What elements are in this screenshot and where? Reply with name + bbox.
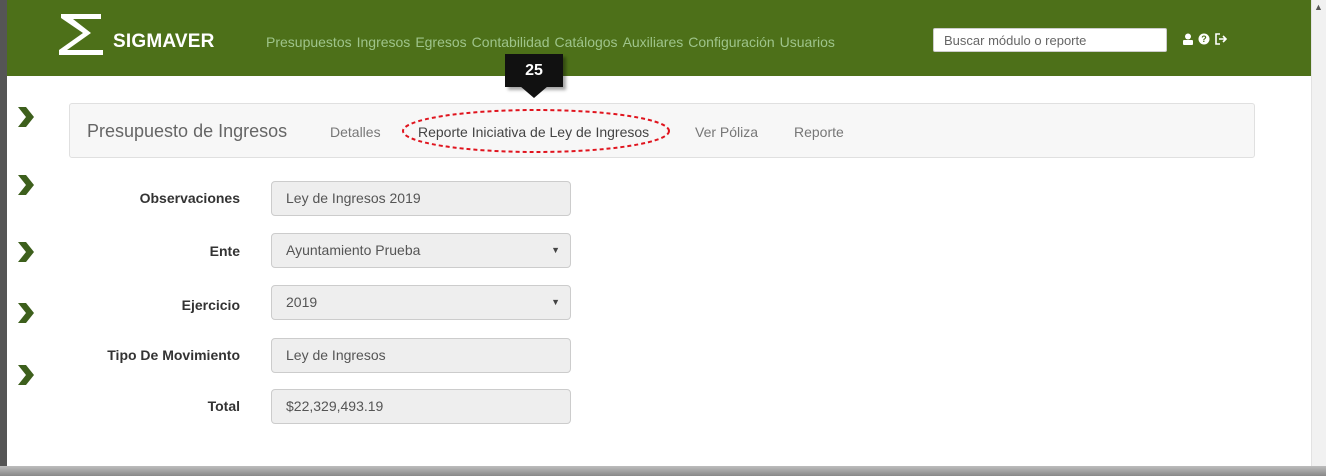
menu-item-catalogos[interactable]: Catálogos — [555, 34, 618, 50]
ente-value: Ayuntamiento Prueba — [286, 242, 421, 258]
menu-item-auxiliares[interactable]: Auxiliares — [623, 34, 684, 50]
total-field[interactable]: $22,329,493.19 — [271, 389, 571, 424]
callout-pointer — [520, 86, 548, 98]
total-value: $22,329,493.19 — [286, 398, 384, 414]
label-ente: Ente — [209, 243, 240, 259]
menu-item-configuracion[interactable]: Configuración — [688, 34, 774, 50]
tab-reporte[interactable]: Reporte — [794, 124, 844, 140]
observaciones-field[interactable]: Ley de Ingresos 2019 — [271, 181, 571, 216]
menu-item-contabilidad[interactable]: Contabilidad — [472, 34, 550, 50]
tipo-movimiento-value: Ley de Ingresos — [286, 347, 386, 363]
brand-name[interactable]: SIGMAVER — [113, 31, 215, 53]
chevron-right-icon[interactable] — [12, 300, 38, 326]
label-ejercicio: Ejercicio — [181, 297, 240, 313]
chevron-right-icon[interactable] — [12, 104, 38, 130]
dropdown-caret-icon: ▼ — [551, 245, 560, 255]
svg-text:?: ? — [1201, 34, 1207, 44]
tipo-movimiento-field[interactable]: Ley de Ingresos — [271, 338, 571, 373]
ejercicio-value: 2019 — [286, 294, 318, 310]
menu-item-ingresos[interactable]: Ingresos — [357, 34, 411, 50]
main-menu: Presupuestos Ingresos Egresos Contabilid… — [266, 34, 835, 50]
tab-detalles[interactable]: Detalles — [330, 124, 381, 140]
scroll-up-arrow-icon[interactable]: ▲ — [1314, 2, 1323, 12]
dropdown-caret-icon: ▼ — [551, 297, 560, 307]
chevron-right-icon[interactable] — [12, 239, 38, 265]
menu-item-egresos[interactable]: Egresos — [415, 34, 466, 50]
tab-ver-poliza[interactable]: Ver Póliza — [695, 124, 758, 140]
step-callout-badge: 25 — [505, 54, 563, 87]
label-observaciones: Observaciones — [139, 190, 240, 206]
window-border — [0, 0, 7, 476]
vertical-scrollbar[interactable] — [1311, 0, 1326, 466]
ejercicio-select[interactable]: 2019 ▼ — [271, 285, 571, 320]
ente-select[interactable]: Ayuntamiento Prueba ▼ — [271, 233, 571, 268]
label-tipo-movimiento: Tipo De Movimiento — [107, 347, 240, 363]
menu-item-usuarios[interactable]: Usuarios — [780, 34, 835, 50]
help-icon[interactable]: ? — [1198, 33, 1210, 45]
logout-icon[interactable] — [1214, 33, 1228, 45]
window-bottom-edge — [0, 466, 1326, 476]
chevron-right-icon[interactable] — [12, 172, 38, 198]
chevron-right-icon[interactable] — [12, 362, 38, 388]
top-navbar: SIGMAVER Presupuestos Ingresos Egresos C… — [7, 0, 1311, 76]
observaciones-value: Ley de Ingresos 2019 — [286, 190, 421, 206]
navbar-icons: ? — [1182, 33, 1228, 45]
label-total: Total — [207, 398, 240, 414]
sigmaver-logo-icon[interactable] — [57, 10, 107, 56]
app-window: SIGMAVER Presupuestos Ingresos Egresos C… — [0, 0, 1326, 476]
highlight-ellipse — [402, 109, 670, 153]
user-icon[interactable] — [1182, 33, 1194, 45]
menu-item-presupuestos[interactable]: Presupuestos — [266, 34, 352, 50]
search-input[interactable] — [933, 28, 1167, 52]
page-title: Presupuesto de Ingresos — [87, 121, 288, 141]
